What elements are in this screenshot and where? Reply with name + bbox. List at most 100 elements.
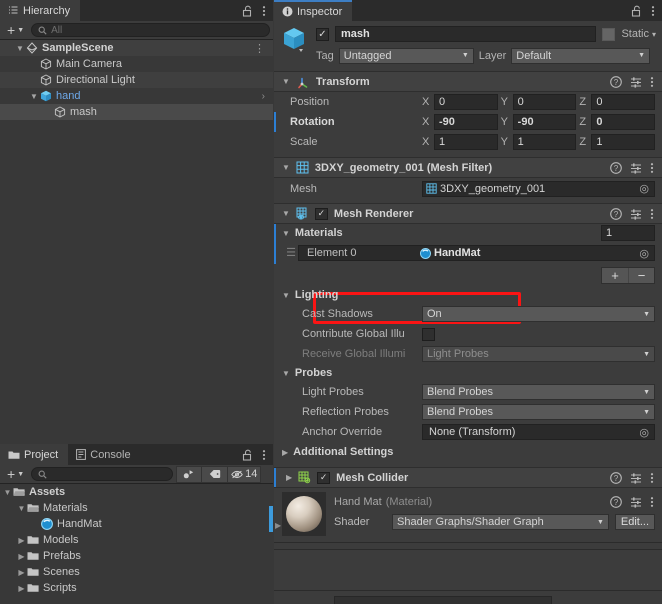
probes-dropdown[interactable]: Blend Probes ▼ — [422, 404, 655, 420]
project-scrollbar[interactable] — [269, 506, 273, 532]
project-twisty[interactable]: ▶ — [16, 584, 27, 593]
help-icon[interactable]: ? — [610, 496, 622, 508]
project-item-assets[interactable]: ▼ Assets — [0, 484, 273, 500]
drag-handle-icon[interactable]: ☰ — [284, 247, 298, 259]
project-twisty[interactable]: ▶ — [16, 536, 27, 545]
static-dropdown[interactable]: Static ▾ — [621, 28, 656, 40]
transform-rotation-y-input[interactable]: -90 — [512, 114, 577, 130]
tab-project[interactable]: Project — [0, 444, 69, 465]
project-item-handmat[interactable]: HandMat — [0, 516, 273, 532]
foldout-twisty[interactable]: ▶ — [282, 473, 292, 482]
project-add-button[interactable]: + ▼ — [3, 467, 28, 481]
preset-icon[interactable] — [630, 76, 642, 88]
project-search-input[interactable] — [31, 467, 174, 481]
hierarchy-search-input[interactable]: All — [31, 23, 270, 37]
preset-icon[interactable] — [630, 208, 642, 220]
component-header-mesh-filter[interactable]: ▼ 3DXY_geometry_001 (Mesh Filter) ? — [274, 157, 662, 178]
project-item-models[interactable]: ▶ Models — [0, 532, 273, 548]
transform-scale-x-input[interactable]: 1 — [434, 134, 498, 150]
tab-console[interactable]: Console — [68, 444, 141, 465]
kebab-menu-icon[interactable]: ⋮ — [254, 42, 273, 55]
layer-dropdown[interactable]: Default ▼ — [511, 47, 650, 64]
transform-rotation-x-input[interactable]: -90 — [434, 114, 498, 130]
transform-position-x-input[interactable]: 0 — [434, 94, 498, 110]
foldout-twisty[interactable]: ▶ — [282, 448, 288, 457]
project-item-prefabs[interactable]: ▶ Prefabs — [0, 548, 273, 564]
object-picker-icon[interactable]: ◎ — [639, 182, 651, 195]
object-picker-icon[interactable]: ◎ — [639, 247, 651, 260]
kebab-menu-icon[interactable] — [650, 472, 654, 484]
help-icon[interactable]: ? — [610, 161, 622, 174]
gameobject-enabled-checkbox[interactable]: ✓ — [316, 27, 329, 41]
filter-by-type-icon[interactable] — [176, 465, 203, 483]
mesh-collider-enabled-checkbox[interactable]: ✓ — [317, 471, 331, 484]
preset-icon[interactable] — [630, 162, 642, 174]
foldout-twisty[interactable]: ▼ — [282, 229, 290, 238]
lighting-foldout[interactable]: ▼ Lighting — [274, 286, 662, 304]
material-expand-twisty[interactable]: ▶ — [275, 521, 281, 530]
probes-dropdown[interactable]: Blend Probes ▼ — [422, 384, 655, 400]
mesh-object-field[interactable]: 3DXY_geometry_001 ◎ — [422, 180, 655, 197]
gameobject-name-input[interactable]: mash — [335, 26, 597, 42]
kebab-menu-icon[interactable] — [650, 76, 654, 88]
chevron-right-icon[interactable]: › — [262, 91, 273, 102]
probes-foldout[interactable]: ▼ Probes — [274, 364, 662, 382]
filter-by-label-icon[interactable] — [202, 465, 229, 483]
lock-open-icon[interactable] — [631, 5, 642, 17]
help-icon[interactable]: ? — [610, 75, 622, 88]
shader-edit-button[interactable]: Edit... — [614, 514, 655, 530]
tag-dropdown[interactable]: Untagged ▼ — [338, 47, 474, 64]
materials-add-button[interactable]: + — [602, 268, 628, 283]
kebab-menu-icon[interactable] — [650, 496, 654, 508]
project-twisty[interactable]: ▶ — [16, 568, 27, 577]
object-picker-icon[interactable]: ◎ — [639, 426, 651, 439]
hierarchy-item-samplescene[interactable]: ▼ SampleScene ⋮ — [0, 40, 273, 56]
transform-rotation-z-input[interactable]: 0 — [591, 114, 656, 130]
kebab-menu-icon[interactable] — [650, 208, 654, 220]
project-twisty[interactable]: ▶ — [16, 552, 27, 561]
component-header-mesh-collider[interactable]: ▶ ✓ Mesh Collider ? — [274, 467, 662, 488]
hidden-assets-toggle[interactable]: 14 — [228, 465, 262, 483]
hierarchy-item-directional-light[interactable]: Directional Light — [0, 72, 273, 88]
materials-remove-button[interactable]: − — [628, 267, 654, 283]
project-item-scripts[interactable]: ▶ Scripts — [0, 580, 273, 596]
lock-open-icon[interactable] — [242, 449, 253, 461]
preset-icon[interactable] — [630, 472, 642, 484]
help-icon[interactable]: ? — [610, 471, 622, 484]
material-element-field[interactable]: Element 0 HandMat ◎ — [298, 245, 655, 261]
lock-open-icon[interactable] — [242, 5, 253, 17]
transform-scale-y-input[interactable]: 1 — [512, 134, 577, 150]
foldout-twisty[interactable]: ▼ — [282, 209, 290, 218]
hierarchy-item-mash[interactable]: mash — [0, 104, 273, 120]
component-header-mesh-renderer[interactable]: ▼ ✓ Mesh Renderer ? — [274, 203, 662, 224]
hierarchy-twisty[interactable]: ▼ — [28, 92, 40, 101]
transform-position-y-input[interactable]: 0 — [512, 94, 577, 110]
foldout-twisty[interactable]: ▼ — [282, 291, 290, 300]
project-twisty[interactable]: ▼ — [16, 504, 27, 513]
preset-icon[interactable] — [630, 496, 642, 508]
kebab-menu-icon[interactable] — [262, 449, 266, 461]
kebab-menu-icon[interactable] — [651, 5, 655, 17]
kebab-menu-icon[interactable] — [650, 162, 654, 174]
static-checkbox[interactable] — [602, 27, 616, 41]
hierarchy-item-hand[interactable]: ▼ hand › — [0, 88, 273, 104]
hierarchy-item-main-camera[interactable]: Main Camera — [0, 56, 273, 72]
project-item-scenes[interactable]: ▶ Scenes — [0, 564, 273, 580]
hierarchy-add-button[interactable]: + ▼ — [3, 23, 28, 37]
materials-foldout[interactable]: ▼ Materials 1 — [274, 224, 662, 242]
foldout-twisty[interactable]: ▼ — [282, 163, 290, 172]
lighting-dropdown[interactable]: On ▼ — [422, 306, 655, 322]
transform-scale-z-input[interactable]: 1 — [591, 134, 656, 150]
materials-size-input[interactable]: 1 — [601, 225, 655, 241]
transform-position-z-input[interactable]: 0 — [591, 94, 656, 110]
help-icon[interactable]: ? — [610, 207, 622, 220]
shader-dropdown[interactable]: Shader Graphs/Shader Graph ▼ — [392, 514, 609, 530]
tab-hierarchy[interactable]: Hierarchy — [0, 0, 81, 21]
additional-settings-foldout[interactable]: ▶ Additional Settings — [274, 442, 662, 462]
project-item-materials[interactable]: ▼ Materials — [0, 500, 273, 516]
mesh-renderer-enabled-checkbox[interactable]: ✓ — [314, 207, 328, 220]
hierarchy-twisty[interactable]: ▼ — [14, 44, 26, 53]
lighting-checkbox[interactable] — [422, 327, 435, 341]
foldout-twisty[interactable]: ▼ — [282, 77, 290, 86]
kebab-menu-icon[interactable] — [262, 5, 266, 17]
